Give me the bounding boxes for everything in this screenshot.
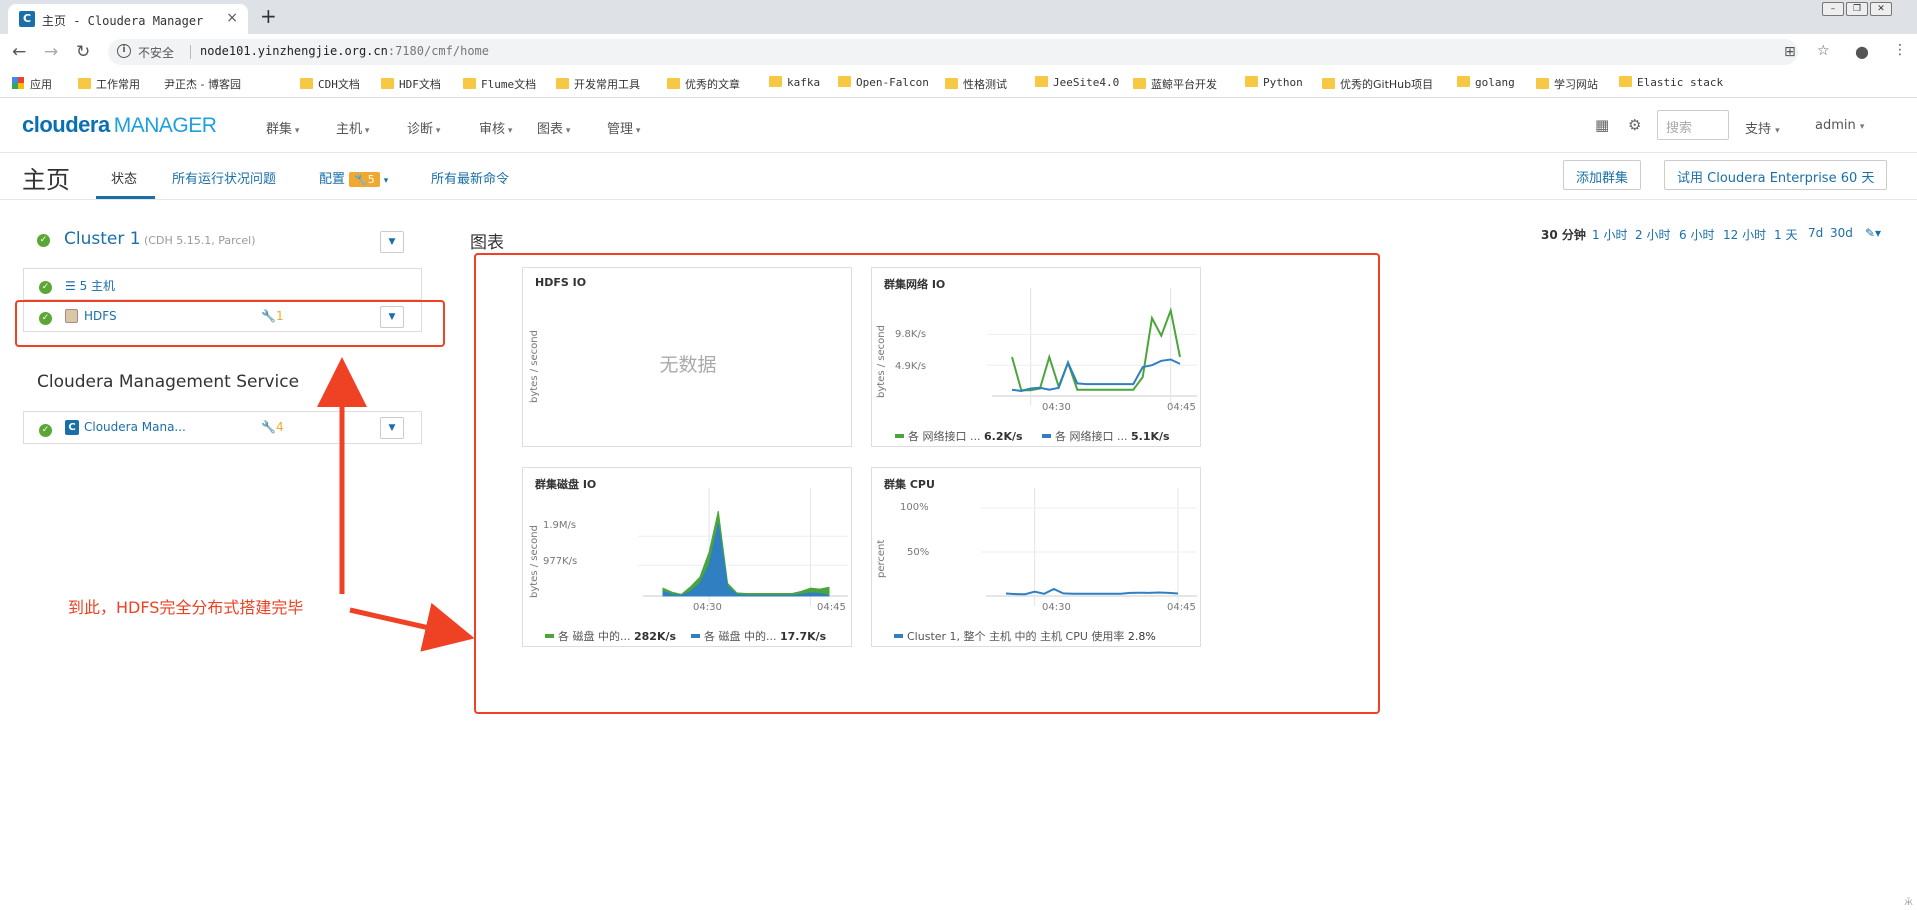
bottom-corner-indicator: ӂ [1903,897,1913,908]
arrow-right [349,602,475,652]
annotation-arrows [317,357,475,652]
